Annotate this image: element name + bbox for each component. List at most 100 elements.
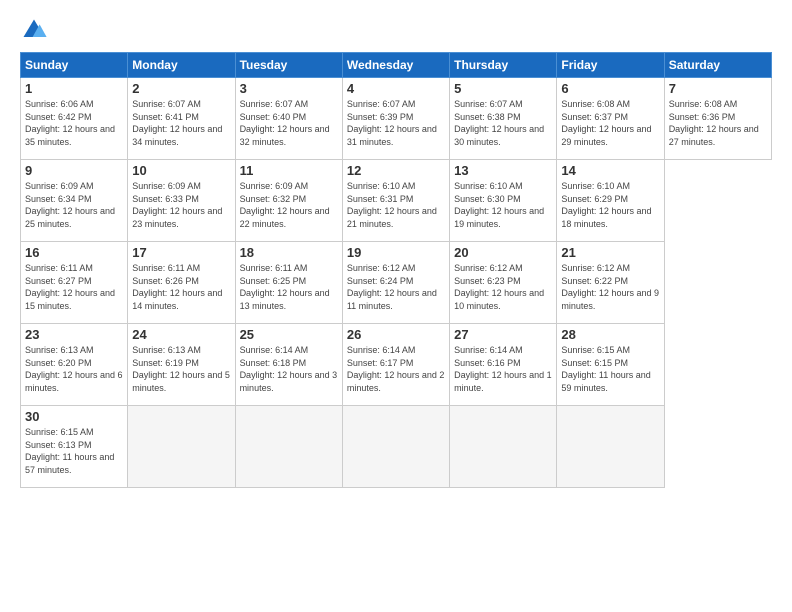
calendar-cell: 2 Sunrise: 6:07 AMSunset: 6:41 PMDayligh… xyxy=(128,78,235,160)
calendar-cell: 6 Sunrise: 6:08 AMSunset: 6:37 PMDayligh… xyxy=(557,78,664,160)
calendar-cell: 26 Sunrise: 6:14 AMSunset: 6:17 PMDaylig… xyxy=(342,324,449,406)
calendar-cell: 17 Sunrise: 6:11 AMSunset: 6:26 PMDaylig… xyxy=(128,242,235,324)
dow-header: Wednesday xyxy=(342,53,449,78)
day-info: Sunrise: 6:06 AMSunset: 6:42 PMDaylight:… xyxy=(25,98,123,148)
calendar-cell: 1 Sunrise: 6:06 AMSunset: 6:42 PMDayligh… xyxy=(21,78,128,160)
day-info: Sunrise: 6:09 AMSunset: 6:33 PMDaylight:… xyxy=(132,180,230,230)
day-number: 7 xyxy=(669,81,767,96)
calendar-cell: 30 Sunrise: 6:15 AMSunset: 6:13 PMDaylig… xyxy=(21,406,128,488)
logo xyxy=(20,16,52,44)
day-number: 4 xyxy=(347,81,445,96)
calendar-cell: 13 Sunrise: 6:10 AMSunset: 6:30 PMDaylig… xyxy=(450,160,557,242)
day-number: 30 xyxy=(25,409,123,424)
calendar-cell: 3 Sunrise: 6:07 AMSunset: 6:40 PMDayligh… xyxy=(235,78,342,160)
day-info: Sunrise: 6:12 AMSunset: 6:23 PMDaylight:… xyxy=(454,262,552,312)
day-number: 12 xyxy=(347,163,445,178)
day-info: Sunrise: 6:07 AMSunset: 6:41 PMDaylight:… xyxy=(132,98,230,148)
calendar-cell: 19 Sunrise: 6:12 AMSunset: 6:24 PMDaylig… xyxy=(342,242,449,324)
calendar-cell: 9 Sunrise: 6:09 AMSunset: 6:34 PMDayligh… xyxy=(21,160,128,242)
page: SundayMondayTuesdayWednesdayThursdayFrid… xyxy=(0,0,792,612)
calendar-cell xyxy=(557,406,664,488)
day-number: 10 xyxy=(132,163,230,178)
day-number: 23 xyxy=(25,327,123,342)
calendar-week-row: 16 Sunrise: 6:11 AMSunset: 6:27 PMDaylig… xyxy=(21,242,772,324)
calendar-cell: 21 Sunrise: 6:12 AMSunset: 6:22 PMDaylig… xyxy=(557,242,664,324)
day-info: Sunrise: 6:10 AMSunset: 6:29 PMDaylight:… xyxy=(561,180,659,230)
calendar-cell: 20 Sunrise: 6:12 AMSunset: 6:23 PMDaylig… xyxy=(450,242,557,324)
dow-header: Saturday xyxy=(664,53,771,78)
day-info: Sunrise: 6:13 AMSunset: 6:20 PMDaylight:… xyxy=(25,344,123,394)
dow-header: Friday xyxy=(557,53,664,78)
day-number: 16 xyxy=(25,245,123,260)
calendar-cell: 27 Sunrise: 6:14 AMSunset: 6:16 PMDaylig… xyxy=(450,324,557,406)
day-info: Sunrise: 6:10 AMSunset: 6:30 PMDaylight:… xyxy=(454,180,552,230)
calendar-cell: 4 Sunrise: 6:07 AMSunset: 6:39 PMDayligh… xyxy=(342,78,449,160)
day-info: Sunrise: 6:07 AMSunset: 6:38 PMDaylight:… xyxy=(454,98,552,148)
day-info: Sunrise: 6:08 AMSunset: 6:36 PMDaylight:… xyxy=(669,98,767,148)
day-number: 24 xyxy=(132,327,230,342)
calendar-week-row: 9 Sunrise: 6:09 AMSunset: 6:34 PMDayligh… xyxy=(21,160,772,242)
day-info: Sunrise: 6:14 AMSunset: 6:18 PMDaylight:… xyxy=(240,344,338,394)
calendar-cell: 16 Sunrise: 6:11 AMSunset: 6:27 PMDaylig… xyxy=(21,242,128,324)
day-info: Sunrise: 6:10 AMSunset: 6:31 PMDaylight:… xyxy=(347,180,445,230)
day-info: Sunrise: 6:12 AMSunset: 6:24 PMDaylight:… xyxy=(347,262,445,312)
dow-header: Monday xyxy=(128,53,235,78)
calendar-cell: 7 Sunrise: 6:08 AMSunset: 6:36 PMDayligh… xyxy=(664,78,771,160)
day-info: Sunrise: 6:12 AMSunset: 6:22 PMDaylight:… xyxy=(561,262,659,312)
day-info: Sunrise: 6:11 AMSunset: 6:26 PMDaylight:… xyxy=(132,262,230,312)
calendar-cell: 11 Sunrise: 6:09 AMSunset: 6:32 PMDaylig… xyxy=(235,160,342,242)
calendar-cell xyxy=(342,406,449,488)
calendar-cell: 14 Sunrise: 6:10 AMSunset: 6:29 PMDaylig… xyxy=(557,160,664,242)
calendar-week-row: 23 Sunrise: 6:13 AMSunset: 6:20 PMDaylig… xyxy=(21,324,772,406)
day-number: 6 xyxy=(561,81,659,96)
calendar-body: 1 Sunrise: 6:06 AMSunset: 6:42 PMDayligh… xyxy=(21,78,772,488)
calendar-table: SundayMondayTuesdayWednesdayThursdayFrid… xyxy=(20,52,772,488)
day-number: 20 xyxy=(454,245,552,260)
day-info: Sunrise: 6:14 AMSunset: 6:17 PMDaylight:… xyxy=(347,344,445,394)
day-number: 17 xyxy=(132,245,230,260)
day-number: 1 xyxy=(25,81,123,96)
calendar-week-row: 1 Sunrise: 6:06 AMSunset: 6:42 PMDayligh… xyxy=(21,78,772,160)
day-number: 28 xyxy=(561,327,659,342)
calendar-week-row: 30 Sunrise: 6:15 AMSunset: 6:13 PMDaylig… xyxy=(21,406,772,488)
day-number: 14 xyxy=(561,163,659,178)
calendar-cell: 28 Sunrise: 6:15 AMSunset: 6:15 PMDaylig… xyxy=(557,324,664,406)
day-info: Sunrise: 6:07 AMSunset: 6:39 PMDaylight:… xyxy=(347,98,445,148)
header xyxy=(20,16,772,44)
day-number: 5 xyxy=(454,81,552,96)
day-info: Sunrise: 6:11 AMSunset: 6:25 PMDaylight:… xyxy=(240,262,338,312)
days-of-week-row: SundayMondayTuesdayWednesdayThursdayFrid… xyxy=(21,53,772,78)
calendar-cell: 25 Sunrise: 6:14 AMSunset: 6:18 PMDaylig… xyxy=(235,324,342,406)
day-info: Sunrise: 6:13 AMSunset: 6:19 PMDaylight:… xyxy=(132,344,230,394)
day-info: Sunrise: 6:07 AMSunset: 6:40 PMDaylight:… xyxy=(240,98,338,148)
day-number: 25 xyxy=(240,327,338,342)
dow-header: Thursday xyxy=(450,53,557,78)
day-info: Sunrise: 6:11 AMSunset: 6:27 PMDaylight:… xyxy=(25,262,123,312)
calendar-cell: 12 Sunrise: 6:10 AMSunset: 6:31 PMDaylig… xyxy=(342,160,449,242)
calendar-cell: 24 Sunrise: 6:13 AMSunset: 6:19 PMDaylig… xyxy=(128,324,235,406)
day-number: 13 xyxy=(454,163,552,178)
dow-header: Sunday xyxy=(21,53,128,78)
calendar-cell: 5 Sunrise: 6:07 AMSunset: 6:38 PMDayligh… xyxy=(450,78,557,160)
day-info: Sunrise: 6:09 AMSunset: 6:34 PMDaylight:… xyxy=(25,180,123,230)
calendar-cell: 10 Sunrise: 6:09 AMSunset: 6:33 PMDaylig… xyxy=(128,160,235,242)
dow-header: Tuesday xyxy=(235,53,342,78)
day-info: Sunrise: 6:14 AMSunset: 6:16 PMDaylight:… xyxy=(454,344,552,394)
calendar-cell xyxy=(235,406,342,488)
logo-icon xyxy=(20,16,48,44)
day-info: Sunrise: 6:15 AMSunset: 6:13 PMDaylight:… xyxy=(25,426,123,476)
day-number: 11 xyxy=(240,163,338,178)
day-number: 21 xyxy=(561,245,659,260)
calendar-cell xyxy=(450,406,557,488)
day-info: Sunrise: 6:08 AMSunset: 6:37 PMDaylight:… xyxy=(561,98,659,148)
calendar-cell: 23 Sunrise: 6:13 AMSunset: 6:20 PMDaylig… xyxy=(21,324,128,406)
day-number: 9 xyxy=(25,163,123,178)
day-number: 19 xyxy=(347,245,445,260)
day-number: 26 xyxy=(347,327,445,342)
day-info: Sunrise: 6:09 AMSunset: 6:32 PMDaylight:… xyxy=(240,180,338,230)
day-number: 2 xyxy=(132,81,230,96)
day-number: 18 xyxy=(240,245,338,260)
day-number: 3 xyxy=(240,81,338,96)
day-number: 27 xyxy=(454,327,552,342)
day-info: Sunrise: 6:15 AMSunset: 6:15 PMDaylight:… xyxy=(561,344,659,394)
